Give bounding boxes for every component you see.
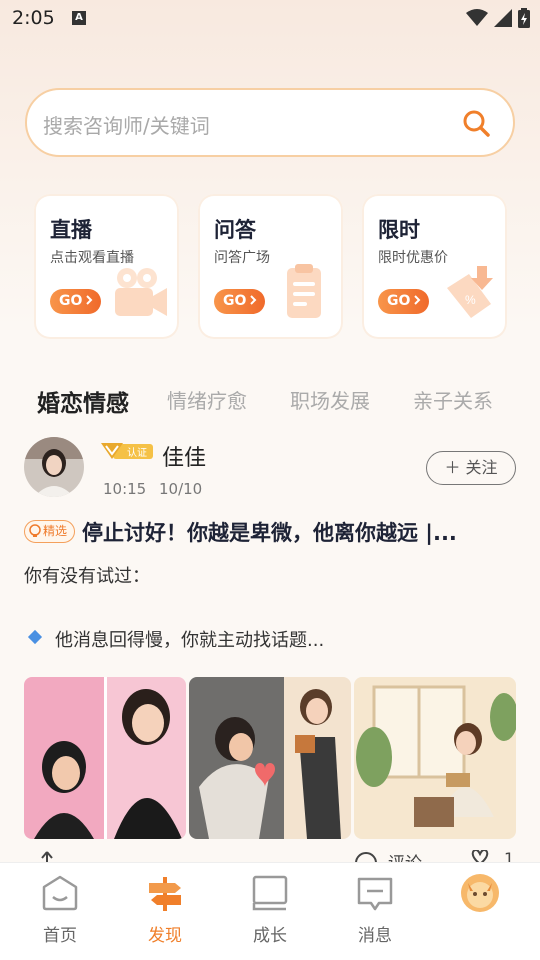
status-time: 2:05 <box>12 7 55 29</box>
post-body-line: 你有没有试过： <box>24 566 150 587</box>
status-bar: 2:05 A <box>0 0 540 38</box>
quick-card-title: 问答 <box>214 218 256 242</box>
book-icon <box>252 875 288 911</box>
wifi-icon <box>466 9 488 26</box>
post-action-row: 评论 1 <box>0 848 540 862</box>
tab-label: 首页 <box>43 926 77 946</box>
tab-emotional-healing[interactable]: 情绪疗愈 <box>167 385 247 414</box>
tab-discover[interactable]: 发现 <box>115 863 215 960</box>
post-image-3[interactable] <box>354 677 516 839</box>
post-body-line: 他消息回得慢，你就主动找话题... <box>55 630 325 651</box>
share-icon[interactable] <box>36 850 58 862</box>
verified-badge: 认证 <box>101 443 153 459</box>
battery-icon <box>518 8 530 28</box>
verified-badge-text: 认证 <box>127 446 147 459</box>
featured-label: 精选 <box>43 524 68 538</box>
quick-card-title: 限时 <box>378 218 420 242</box>
tab-messages[interactable]: 消息 <box>325 863 425 960</box>
go-label: GO <box>59 293 83 309</box>
bullet-diamond-icon <box>27 629 43 645</box>
comment-label[interactable]: 评论 <box>388 849 422 862</box>
author-name[interactable]: 佳佳 <box>162 440 206 472</box>
like-count: 1 <box>504 849 515 862</box>
go-button[interactable]: GO <box>378 289 429 314</box>
tab-label: 成长 <box>253 926 287 946</box>
search-input[interactable]: 搜索咨询师/关键词 <box>25 88 515 157</box>
follow-button[interactable]: ＋ 关注 <box>426 451 516 485</box>
svg-text:%: % <box>465 293 476 307</box>
tab-career-development[interactable]: 职场发展 <box>290 385 370 414</box>
tab-marriage-emotion[interactable]: 婚恋情感 <box>37 384 129 418</box>
quick-card-subtitle: 限时优惠价 <box>378 250 448 266</box>
post-image-2[interactable] <box>189 677 351 839</box>
signal-icon <box>494 9 512 27</box>
post-time: 10:15 <box>103 480 147 498</box>
search-icon[interactable] <box>461 108 491 138</box>
status-icons <box>466 8 530 28</box>
illustration-image <box>189 677 351 839</box>
bottom-tab-bar: 首页 发现 成长 消息 <box>0 862 540 960</box>
go-button[interactable]: GO <box>214 289 265 314</box>
tab-profile[interactable] <box>430 863 530 960</box>
featured-tag: 精选 <box>24 520 75 543</box>
signpost-icon <box>149 877 181 911</box>
chevron-right-icon <box>86 295 93 305</box>
tab-home[interactable]: 首页 <box>10 863 110 960</box>
tab-parent-child[interactable]: 亲子关系 <box>413 385 493 414</box>
go-button[interactable]: GO <box>50 289 101 314</box>
go-label: GO <box>387 293 411 309</box>
tab-growth[interactable]: 成长 <box>220 863 320 960</box>
post-image-1[interactable] <box>24 677 186 839</box>
profile-avatar-icon <box>461 874 499 912</box>
tab-label: 消息 <box>358 926 392 946</box>
discount-tag-icon: % <box>447 266 493 318</box>
message-icon <box>357 877 393 911</box>
like-heart-icon[interactable] <box>466 850 494 862</box>
bulb-icon <box>29 524 41 537</box>
illustration-image <box>354 677 516 839</box>
post-date: 10/10 <box>159 480 203 498</box>
home-icon <box>42 875 78 911</box>
illustration-image <box>24 677 186 839</box>
camera-icon <box>115 268 167 316</box>
avatar-photo <box>24 437 84 497</box>
search-placeholder: 搜索咨询师/关键词 <box>43 114 210 138</box>
accessibility-a-icon: A <box>72 11 86 25</box>
quick-card-live[interactable]: 直播 点击观看直播 GO <box>34 194 179 339</box>
clipboard-icon <box>287 264 321 318</box>
quick-card-title: 直播 <box>50 218 92 242</box>
comment-icon[interactable] <box>353 850 379 862</box>
go-label: GO <box>223 293 247 309</box>
quick-card-qa[interactable]: 问答 问答广场 GO <box>198 194 343 339</box>
avatar[interactable] <box>24 437 84 497</box>
post-title[interactable]: 停止讨好！你越是卑微，他离你越远 |... <box>82 517 457 547</box>
chevron-right-icon <box>250 295 257 305</box>
quick-card-subtitle: 问答广场 <box>214 250 270 266</box>
chevron-right-icon <box>414 295 421 305</box>
tab-label: 发现 <box>148 926 182 946</box>
quick-card-limited[interactable]: 限时 限时优惠价 GO % <box>362 194 507 339</box>
